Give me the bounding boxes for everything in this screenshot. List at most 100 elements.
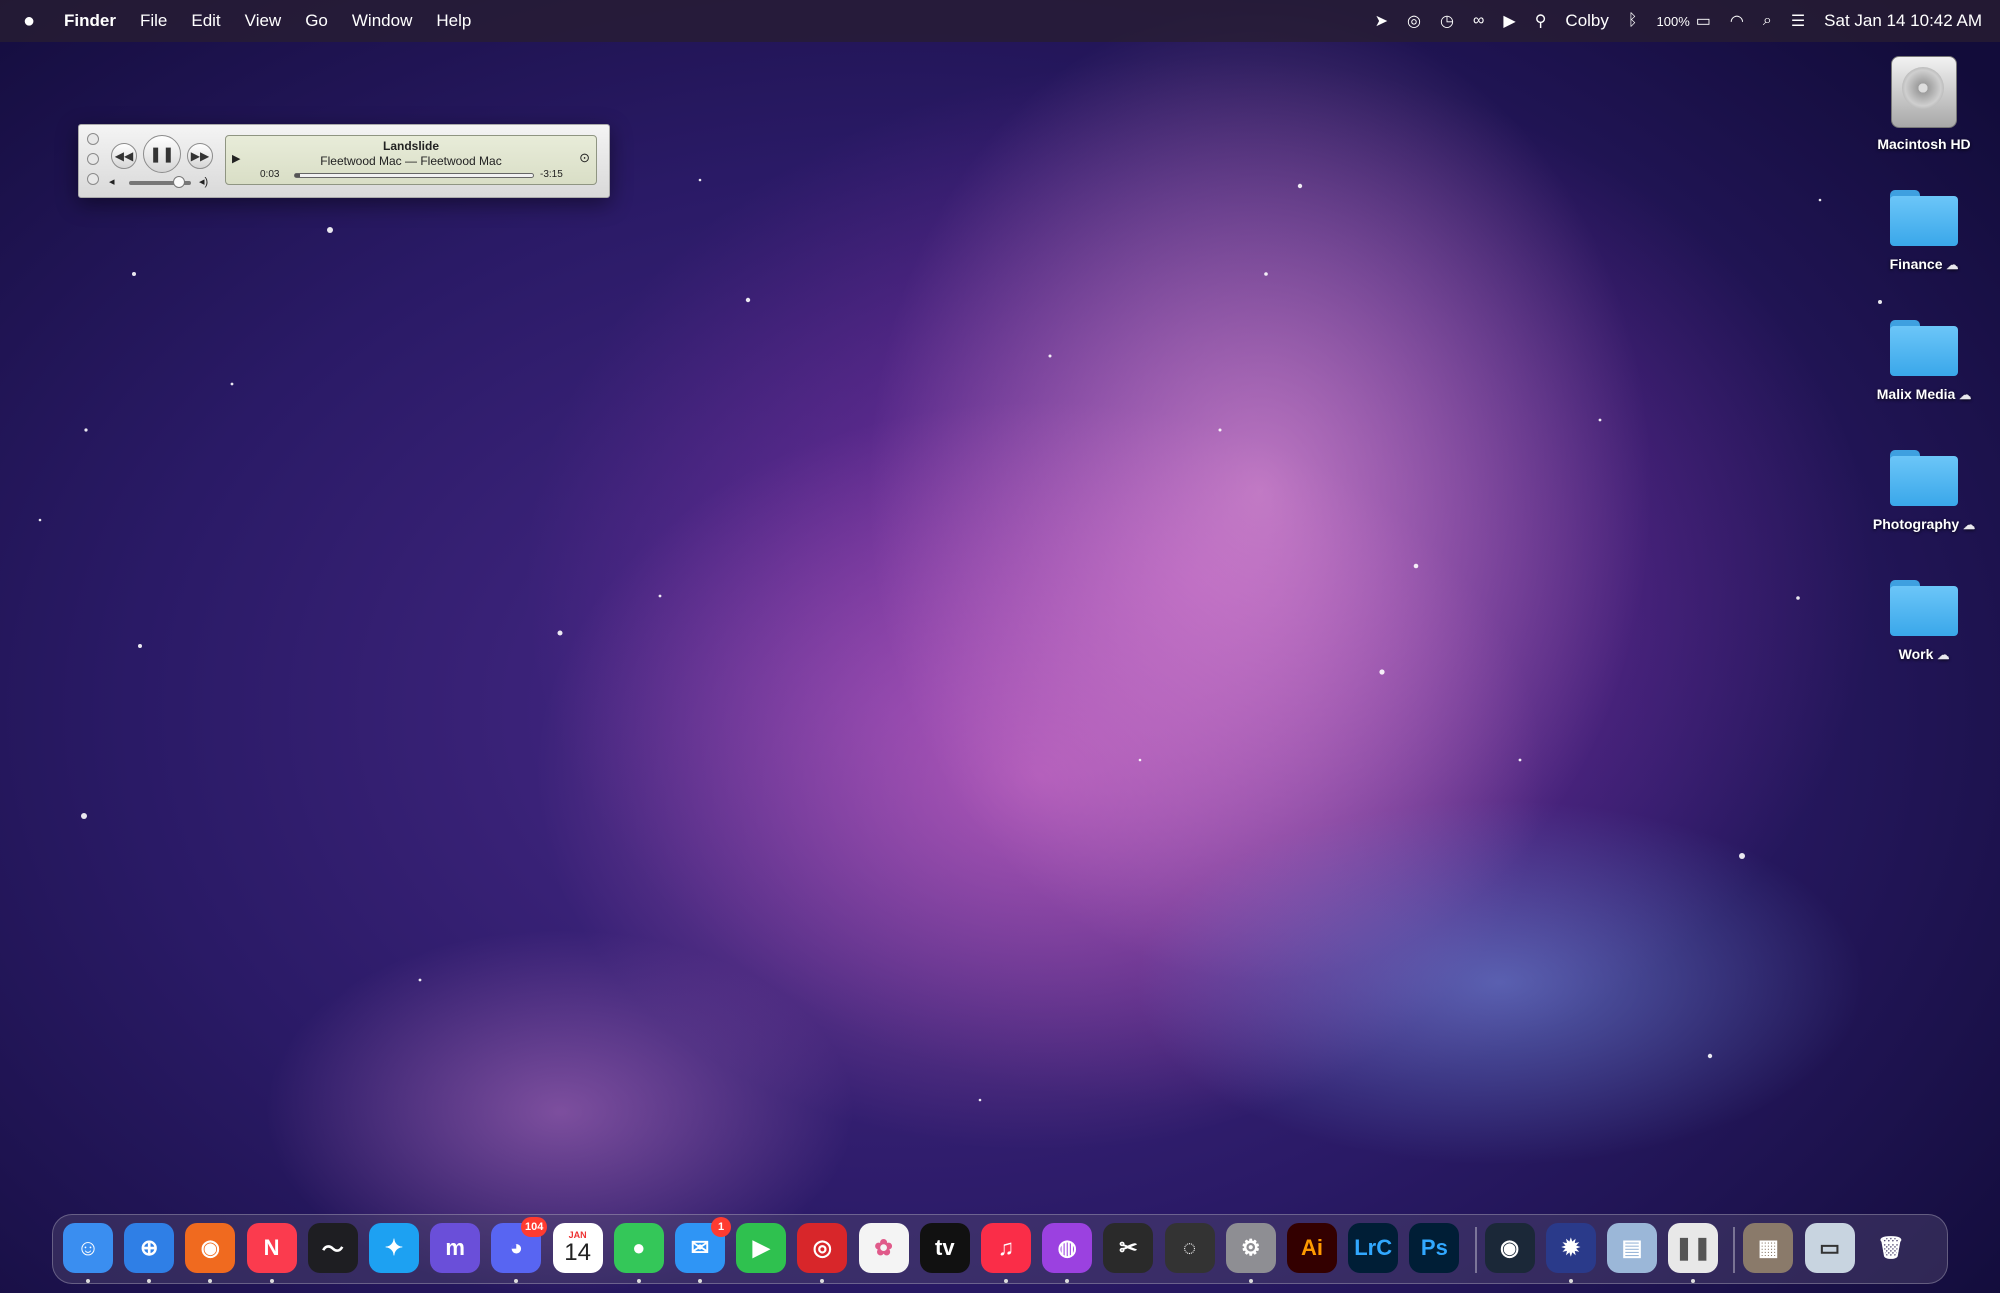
running-indicator: [1691, 1279, 1696, 1283]
running-indicator: [1004, 1279, 1008, 1283]
steam-icon: ◉: [1499, 1235, 1520, 1260]
menu-app-name[interactable]: Finder: [64, 11, 116, 31]
dock-app-calendar[interactable]: JAN 14: [552, 1223, 603, 1273]
progress-fill: [295, 174, 300, 177]
time-machine-icon[interactable]: ◷: [1440, 11, 1454, 31]
dock-app-messages[interactable]: ●: [613, 1223, 664, 1273]
volume-knob[interactable]: [172, 176, 185, 188]
apple-tv-icon: tv: [935, 1235, 955, 1260]
twitter-icon: ✦: [384, 1235, 404, 1260]
running-indicator: [86, 1279, 90, 1283]
hotspot-icon[interactable]: ⚲: [1535, 11, 1547, 31]
itunes-mini-player[interactable]: ◀◀ ❚❚ ▶▶ ◂ ◂) ▶ Landslide Fleetwood Mac …: [78, 124, 610, 198]
running-indicator: [208, 1279, 213, 1283]
dock-separator: [1733, 1227, 1736, 1273]
menu-clock[interactable]: Sat Jan 14 10:42 AM: [1824, 11, 1982, 31]
menu-edit[interactable]: Edit: [191, 11, 220, 31]
dock-app-stocks[interactable]: 〜: [307, 1223, 358, 1273]
dock-app-firefox[interactable]: ◉: [185, 1223, 236, 1273]
desktop-item-label: Malix Media: [1876, 386, 1956, 402]
dock-app-preview[interactable]: ▤: [1607, 1223, 1657, 1273]
dock-app-music[interactable]: ♫: [981, 1223, 1031, 1273]
volume-slider[interactable]: [129, 176, 191, 188]
track-display: ▶ Landslide Fleetwood Mac — Fleetwood Ma…: [225, 135, 597, 185]
pause-button[interactable]: ❚❚: [143, 135, 181, 173]
dock-app-hearthstone[interactable]: ✹: [1545, 1223, 1596, 1273]
dock-app-discord[interactable]: ◕ 104: [491, 1217, 548, 1273]
running-indicator: [1568, 1279, 1573, 1283]
menu-go[interactable]: Go: [305, 11, 328, 31]
dock-app-safari[interactable]: ⊕: [124, 1223, 175, 1273]
final-cut-pro-icon: ✂: [1119, 1235, 1138, 1260]
finder-icon: ☺: [76, 1235, 100, 1260]
dock-app-photo-booth[interactable]: ◎: [797, 1223, 848, 1273]
dock-app-lightroom-classic[interactable]: LrC: [1348, 1223, 1399, 1273]
dock-app-compressor[interactable]: ◌: [1164, 1223, 1215, 1273]
window-zoom-button[interactable]: [87, 173, 99, 185]
dock-app-photos-stack[interactable]: ▦: [1743, 1223, 1794, 1273]
dock-app-news[interactable]: N: [246, 1223, 297, 1273]
hearthstone-icon: ✹: [1561, 1235, 1581, 1260]
icloud-icon: ☁: [1963, 518, 1976, 532]
menu-view[interactable]: View: [245, 11, 282, 31]
compressor-icon: ◌: [1183, 1235, 1197, 1260]
apple-icon[interactable]: ●: [18, 10, 40, 33]
user-name[interactable]: Colby: [1565, 11, 1608, 31]
dock-app-finder[interactable]: ☺: [63, 1223, 113, 1273]
previous-track-button[interactable]: ◀◀: [111, 143, 137, 169]
folder-icon: [1890, 320, 1958, 376]
dock-app-illustrator[interactable]: Ai: [1287, 1223, 1337, 1273]
firefox-icon: ◉: [200, 1235, 220, 1260]
mail-icon: ✉: [690, 1235, 710, 1260]
location-arrow-icon[interactable]: ➤: [1375, 11, 1388, 31]
dock-app-final-cut-pro[interactable]: ✂: [1103, 1223, 1154, 1273]
dock-app-pause-app[interactable]: ❚❚: [1668, 1223, 1719, 1273]
dock-app-downloads-stack[interactable]: ▭: [1804, 1223, 1855, 1273]
menu-file[interactable]: File: [140, 11, 167, 31]
track-artist-album: Fleetwood Mac — Fleetwood Mac: [320, 154, 502, 168]
dock-app-steam[interactable]: ◉: [1484, 1223, 1535, 1273]
window-minimize-button[interactable]: [87, 153, 99, 165]
desktop-item-label: Macintosh HD: [1877, 136, 1971, 152]
desktop-item-macintosh-hd[interactable]: Macintosh HD: [1862, 56, 1986, 152]
desktop-item-photography[interactable]: Photography ☁: [1862, 450, 1986, 532]
control-center-icon[interactable]: ☰: [1791, 11, 1805, 31]
search-icon[interactable]: ⌕: [1763, 12, 1772, 30]
progress-bar[interactable]: [294, 173, 534, 178]
trash-icon: 🗑: [1876, 1235, 1905, 1260]
dock-app-trash[interactable]: 🗑: [1866, 1223, 1916, 1273]
dock-app-apple-tv[interactable]: tv: [919, 1223, 970, 1273]
dock-app-mastodon[interactable]: m: [430, 1223, 481, 1273]
dock-app-twitter[interactable]: ✦: [369, 1223, 419, 1273]
next-track-button[interactable]: ▶▶: [187, 143, 213, 169]
desktop-item-label: Finance: [1889, 256, 1943, 272]
airdrop-icon[interactable]: ◎: [1407, 11, 1421, 31]
desktop-item-malix-media[interactable]: Malix Media ☁: [1862, 320, 1986, 402]
window-close-button[interactable]: [87, 133, 99, 145]
creative-cloud-icon[interactable]: ∞: [1473, 12, 1484, 30]
music-icon: ♫: [997, 1235, 1015, 1260]
dock-app-facetime[interactable]: ▶: [736, 1223, 787, 1273]
lcd-shuffle-icon[interactable]: ⊙: [579, 150, 590, 166]
running-indicator: [820, 1279, 825, 1283]
menu-window[interactable]: Window: [352, 11, 412, 31]
system-settings-icon: ⚙: [1240, 1235, 1261, 1260]
icloud-icon: ☁: [1937, 648, 1950, 662]
dock-separator: [1474, 1227, 1477, 1273]
dock-app-mail[interactable]: ✉ 1: [675, 1217, 731, 1273]
dock-badge: 104: [521, 1217, 548, 1237]
bluetooth-icon[interactable]: ᛒ: [1628, 12, 1638, 30]
menu-help[interactable]: Help: [436, 11, 471, 31]
desktop-item-work[interactable]: Work ☁: [1862, 580, 1986, 662]
running-indicator: [514, 1279, 519, 1283]
dock-app-photos[interactable]: ✿: [858, 1223, 909, 1273]
pause-app-icon: ❚❚: [1674, 1235, 1712, 1260]
desktop-item-finance[interactable]: Finance ☁: [1862, 190, 1986, 272]
now-playing-icon[interactable]: ▶: [1503, 11, 1515, 31]
wifi-icon[interactable]: ◠: [1730, 11, 1744, 31]
news-icon: N: [263, 1235, 280, 1260]
dock-app-podcasts[interactable]: ◍: [1042, 1223, 1093, 1273]
dock-app-photoshop[interactable]: Ps: [1409, 1223, 1460, 1273]
battery-icon[interactable]: ▭: [1696, 11, 1711, 31]
dock-app-system-settings[interactable]: ⚙: [1225, 1223, 1276, 1273]
